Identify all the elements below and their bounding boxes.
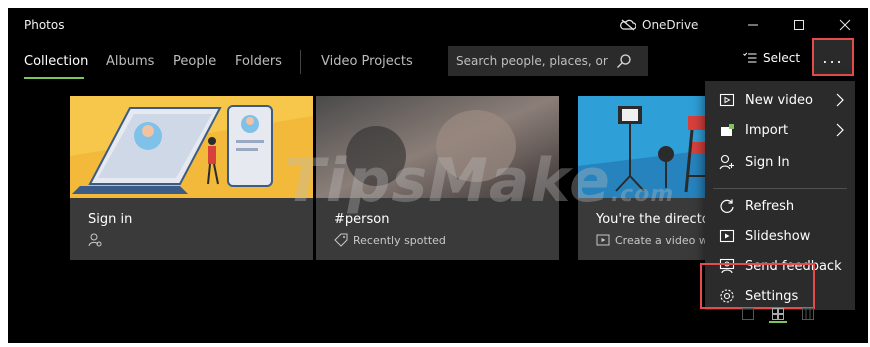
sign-in-icon — [719, 154, 735, 170]
search-box[interactable]: Search people, places, or — [448, 46, 648, 76]
select-list-icon — [743, 52, 757, 63]
active-tab-indicator — [24, 77, 84, 79]
tag-icon — [334, 233, 348, 247]
person-icon — [88, 233, 102, 247]
menu-item-label: Import — [745, 122, 789, 138]
onedrive-label: OneDrive — [642, 18, 699, 32]
watermark: TipsMake.com — [284, 146, 674, 216]
settings-highlight-box — [700, 263, 815, 309]
menu-item-label: Sign In — [745, 154, 790, 170]
maximize-button[interactable] — [776, 8, 822, 42]
onedrive-status[interactable]: OneDrive — [620, 18, 698, 32]
watermark-text: TipsMake — [284, 146, 611, 216]
card-title: Sign in — [88, 212, 133, 227]
title-bar: Photos OneDrive — [8, 8, 868, 42]
minimize-button[interactable] — [730, 8, 776, 42]
active-view-indicator — [769, 321, 787, 323]
slideshow-icon — [719, 228, 735, 244]
menu-item-label: Slideshow — [745, 228, 811, 244]
select-label: Select — [763, 51, 801, 65]
onedrive-cloud-icon — [620, 19, 636, 31]
search-icon[interactable] — [616, 53, 632, 69]
menu-item-label: Refresh — [745, 198, 795, 214]
import-icon — [719, 122, 735, 138]
tab-folders[interactable]: Folders — [235, 54, 282, 69]
tab-collection[interactable]: Collection — [24, 54, 88, 69]
view-medium-icon[interactable] — [772, 308, 784, 320]
menu-divider — [713, 188, 847, 189]
close-icon — [839, 19, 851, 31]
card-subtitle — [88, 233, 102, 247]
view-large-icon[interactable] — [742, 308, 754, 320]
chevron-right-icon — [836, 123, 844, 137]
select-button[interactable]: Select — [743, 51, 800, 65]
tab-people[interactable]: People — [173, 54, 216, 69]
watermark-suffix: .com — [610, 182, 675, 207]
app-title: Photos — [24, 18, 65, 32]
minimize-icon — [748, 24, 758, 26]
chevron-right-icon — [836, 93, 844, 107]
card-subtitle-text: Recently spotted — [353, 233, 446, 247]
more-options-button[interactable]: ... — [812, 38, 854, 76]
card-sign-in[interactable]: Sign in — [70, 96, 313, 260]
menu-item-new-video[interactable]: New video — [705, 85, 855, 115]
video-icon — [596, 234, 610, 246]
maximize-icon — [794, 20, 804, 30]
new-video-icon — [719, 92, 735, 108]
card-subtitle: Create a video wi — [596, 233, 711, 247]
photos-window: Photos OneDrive Collection Albums People… — [8, 8, 868, 343]
close-button[interactable] — [822, 8, 868, 42]
card-subtitle-text: Create a video wi — [615, 233, 711, 247]
tab-video-projects[interactable]: Video Projects — [321, 54, 413, 69]
refresh-icon — [719, 198, 735, 214]
menu-item-sign-in[interactable]: Sign In — [705, 147, 855, 177]
menu-item-slideshow[interactable]: Slideshow — [705, 221, 855, 251]
nav-divider — [300, 50, 301, 74]
card-subtitle: Recently spotted — [334, 233, 446, 247]
view-toggles — [742, 308, 814, 320]
menu-item-refresh[interactable]: Refresh — [705, 191, 855, 221]
menu-item-import[interactable]: Import — [705, 115, 855, 145]
tab-albums[interactable]: Albums — [106, 54, 154, 69]
window-controls — [730, 8, 868, 42]
card-sign-in-illustration — [70, 96, 313, 198]
more-options-icon: ... — [822, 47, 844, 67]
menu-item-label: New video — [745, 92, 813, 108]
search-input[interactable]: Search people, places, or — [456, 54, 608, 68]
view-small-icon[interactable] — [802, 308, 814, 320]
